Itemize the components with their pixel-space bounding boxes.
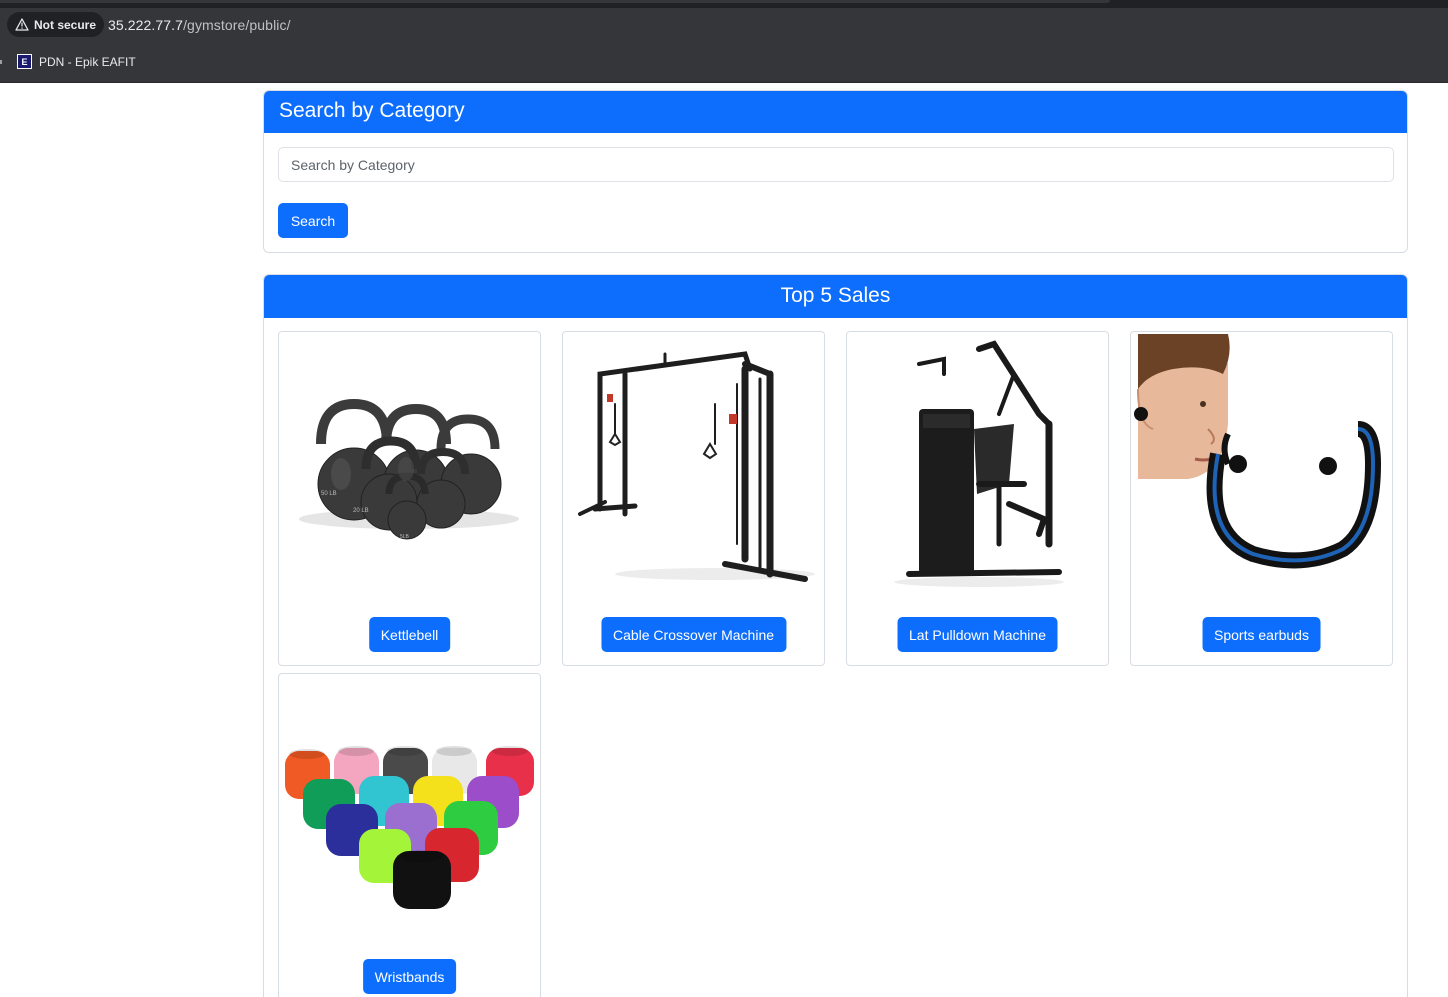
bookmarks-bar: E PDN - Epik EAFIT: [0, 42, 1448, 83]
product-card-kettlebell: 50 LB 20 LB 5LB Kettlebell: [278, 331, 541, 666]
epik-eafit-favicon-icon: E: [17, 54, 32, 69]
search-card-title: Search by Category: [264, 91, 1407, 133]
wristbands-image: [285, 746, 534, 909]
svg-text:20 LB: 20 LB: [353, 508, 369, 514]
search-card: Search by Category Search: [263, 90, 1408, 253]
warning-icon: [15, 18, 29, 31]
product-button-lat-pulldown[interactable]: Lat Pulldown Machine: [897, 617, 1058, 652]
kettlebells-image: 50 LB 20 LB 5LB: [299, 398, 519, 540]
bookmarks-edge: [0, 60, 2, 64]
product-card-wristbands: Wristbands: [278, 673, 541, 997]
url-path: /gymstore/public/: [183, 17, 291, 33]
product-card-cable-crossover: Cable Crossover Machine: [562, 331, 825, 666]
cable-crossover-image: [578, 351, 815, 582]
active-tab-edge: [0, 0, 1110, 3]
bookmark-pdn-epik-eafit[interactable]: E PDN - Epik EAFIT: [17, 54, 136, 69]
url-text[interactable]: 35.222.77.7/gymstore/public/: [108, 17, 291, 33]
category-search-input[interactable]: [278, 147, 1394, 182]
top-sales-card: Top 5 Sales 50 LB 20 LB 5LB Kettlebell C…: [263, 274, 1408, 997]
product-card-lat-pulldown: Lat Pulldown Machine: [846, 331, 1109, 666]
security-label: Not secure: [34, 17, 97, 32]
bookmark-label: PDN - Epik EAFIT: [39, 54, 136, 69]
product-button-wristbands[interactable]: Wristbands: [362, 959, 457, 994]
product-button-cable-crossover[interactable]: Cable Crossover Machine: [600, 617, 787, 652]
product-button-kettlebell[interactable]: Kettlebell: [368, 617, 451, 652]
sports-earbuds-image: [1134, 334, 1382, 569]
page-content: Search by Category Search Top 5 Sales: [0, 83, 1448, 997]
lat-pulldown-image: [894, 340, 1064, 587]
product-button-sports-earbuds[interactable]: Sports earbuds: [1202, 617, 1321, 652]
url-host: 35.222.77.7: [108, 17, 184, 33]
security-indicator[interactable]: Not secure: [7, 12, 105, 37]
browser-tab-strip: [0, 0, 1448, 8]
svg-text:5LB: 5LB: [400, 534, 410, 540]
address-bar[interactable]: Not secure 35.222.77.7/gymstore/public/: [0, 8, 1448, 42]
search-button[interactable]: Search: [278, 203, 348, 238]
product-card-sports-earbuds: Sports earbuds: [1130, 331, 1393, 666]
svg-text:50 LB: 50 LB: [321, 491, 337, 497]
top-sales-title: Top 5 Sales: [264, 275, 1407, 318]
